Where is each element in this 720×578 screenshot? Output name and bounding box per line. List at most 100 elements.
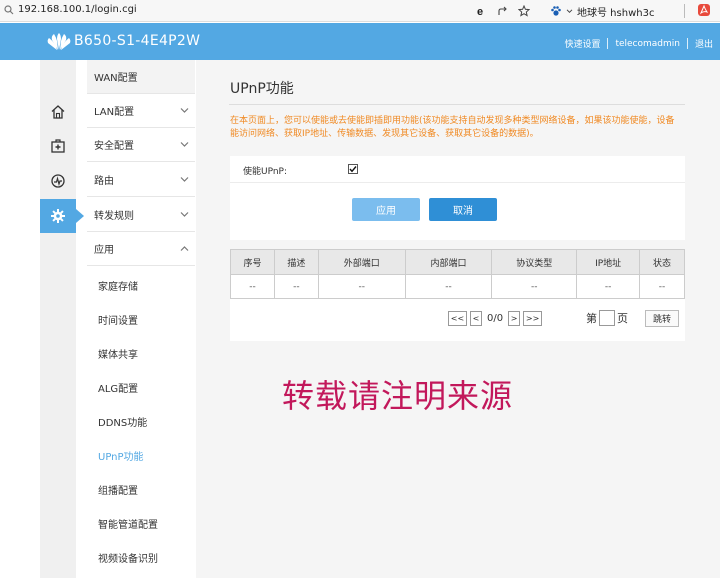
upnp-port-table: 序号 描述 外部端口 内部端口 协议类型 IP地址 状态 -- -- -- --… [230, 249, 685, 299]
paw-icon [551, 6, 561, 16]
table-cell: -- [273, 274, 319, 299]
sub-item-alg[interactable]: ALG配置 [87, 370, 195, 404]
title-divider [229, 104, 685, 105]
upnp-table-panel: 序号 描述 外部端口 内部端口 协议类型 IP地址 状态 -- -- -- --… [230, 249, 685, 341]
chevron-down-icon [566, 8, 573, 13]
enable-upnp-label: 使能UPnP: [243, 167, 288, 177]
logout-link[interactable]: 退出 [695, 37, 713, 50]
next-page-button[interactable]: > [508, 311, 521, 326]
table-cell: -- [404, 274, 493, 299]
column-header: 描述 [273, 249, 319, 275]
page-number-input[interactable] [599, 310, 615, 326]
page-suffix-label: 页 [617, 312, 628, 325]
column-header: 状态 [639, 249, 685, 275]
sub-item-label: ALG配置 [98, 383, 139, 395]
sub-item-multicast[interactable]: 组播配置 [87, 472, 195, 506]
favorite-star-icon[interactable] [518, 5, 530, 17]
table-cell: -- [491, 274, 578, 299]
nav-settings[interactable] [40, 199, 84, 233]
nav-icon-column [40, 60, 84, 578]
menu-item-route[interactable]: 路由 [87, 163, 195, 197]
enable-row: 使能UPnP: [230, 156, 685, 183]
menu-item-label: LAN配置 [94, 107, 135, 118]
extension-badge[interactable]: 地球号 hshwh3c [550, 3, 654, 19]
prev-page-button[interactable]: < [470, 311, 482, 326]
table-row: -- -- -- -- -- -- -- [230, 274, 685, 299]
sub-item-label: 时间设置 [98, 315, 138, 327]
address-url[interactable]: 192.168.100.1/login.cgi [18, 4, 137, 15]
share-icon[interactable] [497, 5, 509, 17]
page-notice: 在本页面上，您可以使能或去使能即插即用功能(该功能支持自动发现多种类型网络设备，… [230, 116, 675, 139]
sub-item-upnp[interactable]: UPnP功能 [87, 438, 195, 472]
nav-home[interactable] [40, 95, 76, 129]
menu-item-security[interactable]: 安全配置 [87, 128, 195, 162]
watermark-text: 转载请注明来源 [282, 377, 514, 415]
column-header: 序号 [230, 249, 275, 275]
quick-setup-link[interactable]: 快速设置 [564, 37, 600, 50]
sub-item-label: DDNS功能 [98, 417, 148, 429]
menu-item-label: 路由 [94, 176, 114, 187]
top-header: B650-S1-4E4P2W 快速设置 telecomadmin 退出 [0, 23, 720, 60]
menu-item-label: WAN配置 [94, 73, 138, 84]
chevron-down-icon [180, 177, 189, 182]
table-cell: -- [576, 274, 641, 299]
header-divider [686, 38, 688, 49]
page-title: UPnP功能 [230, 81, 294, 97]
sub-item-label: 家庭存储 [98, 281, 138, 293]
pdf-icon[interactable] [697, 3, 711, 17]
page-jump: 第 页 [586, 310, 628, 326]
sub-item-label: 媒体共享 [98, 349, 138, 361]
sub-item-home-storage[interactable]: 家庭存储 [87, 268, 195, 302]
browser-address-bar: 192.168.100.1/login.cgi e 地球号 hshwh3c [0, 0, 720, 22]
toolbar-divider [684, 4, 685, 18]
nav-status[interactable] [40, 164, 76, 198]
sub-item-label: 组播配置 [98, 485, 138, 497]
menu-item-lan[interactable]: LAN配置 [87, 94, 195, 128]
table-cell: -- [317, 274, 406, 299]
sub-item-label: 视频设备识别 [98, 553, 158, 565]
user-name: telecomadmin [615, 38, 680, 49]
header-divider [607, 38, 609, 49]
ie-mode-icon[interactable]: e [476, 5, 488, 17]
first-page-button[interactable]: << [448, 311, 467, 326]
column-header: 外部端口 [317, 249, 406, 275]
sub-item-ddns[interactable]: DDNS功能 [87, 404, 195, 438]
column-header: 协议类型 [491, 249, 578, 275]
sub-item-video-device[interactable]: 视频设备识别 [87, 540, 195, 574]
menu-item-wan[interactable]: WAN配置 [87, 60, 195, 94]
gear-icon [51, 209, 65, 223]
extension-label: 地球号 hshwh3c [577, 7, 655, 19]
menu-item-application[interactable]: 应用 [87, 232, 195, 266]
sub-item-media-sharing[interactable]: 媒体共享 [87, 336, 195, 370]
main-content: UPnP功能 在本页面上，您可以使能或去使能即插即用功能(该功能支持自动发现多种… [196, 60, 720, 578]
table-header-row: 序号 描述 外部端口 内部端口 协议类型 IP地址 状态 [230, 249, 685, 275]
chevron-down-icon [180, 212, 189, 217]
settings-menu: WAN配置 LAN配置 安全配置 路由 转发规则 应用 家庭存储 时间设置 媒体… [87, 60, 195, 578]
sub-item-label: UPnP功能 [98, 451, 144, 463]
last-page-button[interactable]: >> [523, 311, 543, 326]
column-header: IP地址 [576, 249, 641, 275]
table-cell: -- [639, 274, 685, 299]
sub-item-label: 智能管道配置 [98, 519, 158, 531]
device-model: B650-S1-4E4P2W [74, 33, 201, 49]
home-icon [51, 105, 65, 119]
pagination: << < 0/0 > >> [448, 311, 543, 326]
nav-diagnostics[interactable] [40, 129, 76, 163]
table-cell: -- [230, 274, 275, 299]
jump-button[interactable]: 跳转 [645, 310, 679, 327]
menu-item-label: 安全配置 [94, 141, 134, 152]
sub-item-time-setting[interactable]: 时间设置 [87, 302, 195, 336]
menu-item-label: 转发规则 [94, 211, 134, 222]
chevron-down-icon [180, 108, 189, 113]
chevron-up-icon [180, 246, 189, 251]
menu-item-forwarding[interactable]: 转发规则 [87, 198, 195, 232]
upnp-form: 使能UPnP: 应用 取消 [230, 156, 685, 240]
enable-upnp-checkbox[interactable] [348, 164, 358, 174]
speedometer-icon [51, 174, 65, 188]
apply-button[interactable]: 应用 [352, 198, 420, 221]
huawei-logo-icon [47, 33, 71, 50]
svg-text:e: e [477, 6, 483, 17]
cancel-button[interactable]: 取消 [429, 198, 497, 221]
chevron-down-icon [180, 142, 189, 147]
sub-item-smart-pipe[interactable]: 智能管道配置 [87, 506, 195, 540]
